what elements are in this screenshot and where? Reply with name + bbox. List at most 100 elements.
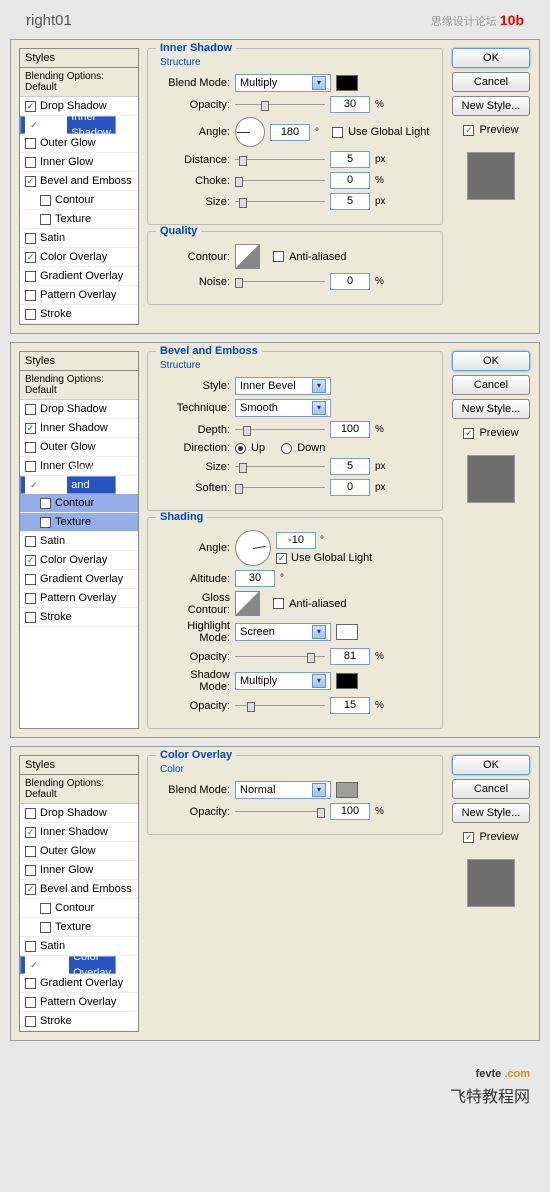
- opacity-slider[interactable]: [235, 806, 325, 818]
- checkbox-icon[interactable]: [25, 138, 36, 149]
- newstyle-button[interactable]: New Style...: [452, 96, 530, 116]
- style-satin[interactable]: Satin: [20, 532, 138, 551]
- group-title: Quality: [156, 225, 201, 237]
- style-pattern-overlay[interactable]: Pattern Overlay: [20, 589, 138, 608]
- checkbox-icon[interactable]: ✓: [463, 125, 474, 136]
- cancel-button[interactable]: Cancel: [452, 375, 530, 395]
- checkbox-icon[interactable]: [40, 214, 51, 225]
- style-color-overlay[interactable]: ✓Color Overlay: [20, 956, 116, 974]
- angle-input[interactable]: 180: [270, 124, 310, 141]
- checkbox-icon[interactable]: [25, 290, 36, 301]
- style-gradient-overlay[interactable]: Gradient Overlay: [20, 267, 138, 286]
- styles-panel: Styles Blending Options: Default ✓Drop S…: [19, 48, 139, 325]
- dialog-color-overlay: Styles Blending Options: Default Drop Sh…: [10, 746, 540, 1041]
- shadowmode-select[interactable]: Multiply▾: [235, 672, 331, 690]
- opacity-slider[interactable]: [235, 99, 325, 111]
- cancel-button[interactable]: Cancel: [452, 72, 530, 92]
- technique-select[interactable]: Smooth▾: [235, 399, 331, 417]
- color-swatch[interactable]: [336, 75, 358, 91]
- highlight-swatch[interactable]: [336, 624, 358, 640]
- size-input[interactable]: 5: [330, 193, 370, 210]
- style-stroke[interactable]: Stroke: [20, 305, 138, 324]
- style-texture[interactable]: Texture: [20, 513, 138, 532]
- ok-button[interactable]: OK: [452, 351, 530, 371]
- choke-input[interactable]: 0: [330, 172, 370, 189]
- checkbox-icon[interactable]: [40, 195, 51, 206]
- label-angle: Angle:: [158, 126, 230, 138]
- newstyle-button[interactable]: New Style...: [452, 803, 530, 823]
- style-select[interactable]: Inner Bevel▾: [235, 377, 331, 395]
- style-satin[interactable]: Satin: [20, 229, 138, 248]
- soften-slider[interactable]: [235, 482, 325, 494]
- noise-input[interactable]: 0: [330, 273, 370, 290]
- contour-picker[interactable]: [235, 244, 260, 269]
- styles-panel: Styles Blending Options: Default Drop Sh…: [19, 351, 139, 729]
- style-pattern-overlay[interactable]: Pattern Overlay: [20, 286, 138, 305]
- style-inner-glow[interactable]: Inner Glow: [20, 153, 138, 172]
- shadow-swatch[interactable]: [336, 673, 358, 689]
- checkbox-icon[interactable]: ✓: [25, 176, 36, 187]
- label-contour: Contour:: [158, 251, 230, 263]
- style-drop-shadow[interactable]: Drop Shadow: [20, 400, 138, 419]
- checkbox-icon[interactable]: [273, 251, 284, 262]
- style-bevel[interactable]: ✓Bevel and Emboss: [20, 172, 138, 191]
- style-color-overlay[interactable]: ✓Color Overlay: [20, 551, 138, 570]
- highlight-select[interactable]: Screen▾: [235, 623, 331, 641]
- style-contour[interactable]: Contour: [20, 494, 138, 513]
- size-slider[interactable]: [235, 196, 325, 208]
- label-size: Size:: [158, 196, 230, 208]
- ok-button[interactable]: OK: [452, 48, 530, 68]
- direction-up-radio[interactable]: [235, 443, 246, 454]
- opacity-input[interactable]: 30: [330, 96, 370, 113]
- checkbox-icon[interactable]: ✓: [25, 252, 36, 263]
- group-subtitle: Structure: [160, 57, 432, 68]
- cancel-button[interactable]: Cancel: [452, 779, 530, 799]
- chevron-down-icon: ▾: [312, 401, 326, 415]
- checkbox-icon[interactable]: ✓: [25, 101, 36, 112]
- styles-panel: Styles Blending Options: Default Drop Sh…: [19, 755, 139, 1032]
- style-stroke[interactable]: Stroke: [20, 608, 138, 627]
- ok-button[interactable]: OK: [452, 755, 530, 775]
- watermark: 思缘设计论坛 10b: [431, 12, 524, 29]
- footer-watermark: fevte .com 飞特教程网: [10, 1049, 540, 1107]
- blending-options[interactable]: Blending Options: Default: [20, 68, 138, 97]
- angle-dial[interactable]: [235, 530, 271, 566]
- checkbox-icon[interactable]: [25, 271, 36, 282]
- gloss-contour-picker[interactable]: [235, 591, 260, 616]
- styles-header: Styles: [20, 49, 138, 68]
- style-color-overlay[interactable]: ✓Color Overlay: [20, 248, 138, 267]
- label-distance: Distance:: [158, 154, 230, 166]
- noise-slider[interactable]: [235, 276, 325, 288]
- depth-slider[interactable]: [235, 424, 325, 436]
- size-slider[interactable]: [235, 461, 325, 473]
- style-inner-shadow[interactable]: ✓Inner Shadow: [20, 116, 116, 134]
- blendmode-select[interactable]: Normal▾: [235, 781, 331, 799]
- choke-slider[interactable]: [235, 175, 325, 187]
- checkbox-icon[interactable]: [25, 309, 36, 320]
- checkbox-icon[interactable]: [25, 233, 36, 244]
- style-outer-glow[interactable]: Outer Glow: [20, 438, 138, 457]
- chevron-down-icon: ▾: [312, 379, 326, 393]
- group-title: Inner Shadow: [156, 42, 236, 54]
- doc-title: right01: [26, 12, 72, 29]
- style-gradient-overlay[interactable]: Gradient Overlay: [20, 570, 138, 589]
- newstyle-button[interactable]: New Style...: [452, 399, 530, 419]
- chevron-down-icon: ▾: [312, 76, 326, 90]
- label-blendmode: Blend Mode:: [158, 77, 230, 89]
- checkbox-icon[interactable]: [25, 157, 36, 168]
- checkbox-icon[interactable]: ✓: [25, 116, 67, 134]
- style-bevel[interactable]: ✓Bevel and Emboss: [20, 476, 116, 494]
- style-contour[interactable]: Contour: [20, 191, 138, 210]
- distance-input[interactable]: 5: [330, 151, 370, 168]
- label-opacity: Opacity:: [158, 99, 230, 111]
- style-inner-shadow[interactable]: ✓Inner Shadow: [20, 419, 138, 438]
- direction-down-radio[interactable]: [281, 443, 292, 454]
- style-outer-glow[interactable]: Outer Glow: [20, 134, 138, 153]
- angle-dial[interactable]: [235, 117, 265, 147]
- dialog-bevel: Styles Blending Options: Default Drop Sh…: [10, 342, 540, 738]
- blendmode-select[interactable]: Multiply▾: [235, 74, 331, 92]
- color-swatch[interactable]: [336, 782, 358, 798]
- checkbox-icon[interactable]: [332, 127, 343, 138]
- style-texture[interactable]: Texture: [20, 210, 138, 229]
- distance-slider[interactable]: [235, 154, 325, 166]
